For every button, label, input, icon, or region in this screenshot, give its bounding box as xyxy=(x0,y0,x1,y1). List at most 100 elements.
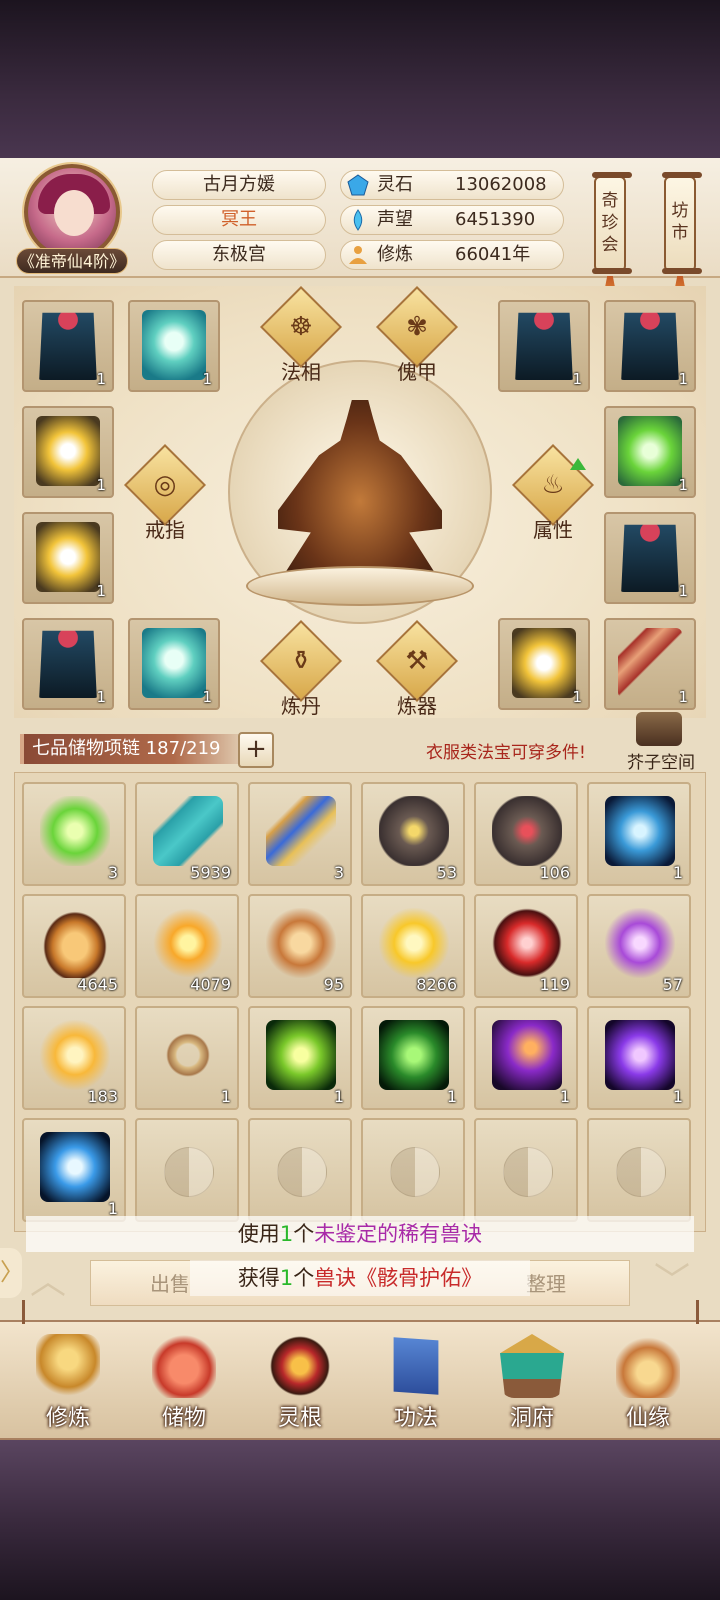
inventory-slot[interactable]: 183 xyxy=(22,1006,126,1110)
rope-decoration xyxy=(696,1300,699,1324)
equip-slot[interactable]: 1 xyxy=(128,618,220,710)
market-button[interactable]: 坊市 xyxy=(662,172,702,274)
bottom-dark-band xyxy=(0,1440,720,1600)
skill-book-icon xyxy=(393,1337,439,1395)
item-quantity: 53 xyxy=(436,863,457,882)
green-drop-item-icon xyxy=(266,1020,336,1090)
sort-button[interactable]: 整理 xyxy=(526,1268,566,1297)
skull-item-icon xyxy=(40,1132,110,1202)
treasure-fair-button[interactable]: 奇珍会 xyxy=(592,172,632,274)
purple-flame-item-icon xyxy=(605,1020,675,1090)
equip-slot[interactable]: 1 xyxy=(22,300,114,392)
item-quantity: 1 xyxy=(672,863,683,882)
inventory-slot[interactable]: 1 xyxy=(248,1006,352,1110)
inventory-slot[interactable]: 5939 xyxy=(135,782,239,886)
scroll-rod xyxy=(592,268,632,274)
sell-button[interactable]: 出售 xyxy=(150,1268,190,1297)
chevron-up-icon[interactable]: ︿ xyxy=(26,1262,70,1302)
mustard-space-button[interactable]: 芥子空间 xyxy=(622,712,700,776)
top-dark-band xyxy=(0,0,720,160)
avatar[interactable] xyxy=(24,164,120,260)
inventory-slot[interactable]: 53 xyxy=(361,782,465,886)
item-quantity: 1 xyxy=(672,1087,683,1106)
armor-icon xyxy=(142,310,206,380)
armor-icon xyxy=(618,416,682,486)
item-quantity: 106 xyxy=(539,863,570,882)
avatar-face xyxy=(54,190,94,236)
faxiang-label: 法相 xyxy=(281,360,321,384)
toast-count: 1 xyxy=(279,1222,294,1246)
puppet-icon: ✾ xyxy=(406,312,428,342)
inventory-slot[interactable]: 1 xyxy=(474,1006,578,1110)
inventory-slot[interactable]: 1 xyxy=(361,1006,465,1110)
yinyang-placeholder-icon xyxy=(277,1147,327,1197)
equip-slot[interactable]: 1 xyxy=(22,618,114,710)
inventory-slot[interactable]: 4645 xyxy=(22,894,126,998)
inventory-slot[interactable]: 3 xyxy=(22,782,126,886)
yinyang-placeholder-icon xyxy=(503,1147,553,1197)
cultivation-icon xyxy=(349,246,367,264)
rock-red-item-icon xyxy=(492,796,562,866)
purple-hand-item-icon xyxy=(492,1020,562,1090)
reputation-icon xyxy=(353,209,363,231)
inventory-slot[interactable]: 1 xyxy=(587,1006,691,1110)
expand-storage-button[interactable]: + xyxy=(238,732,274,768)
chevron-down-icon[interactable]: ﹀ xyxy=(650,1262,694,1302)
inventory-slot[interactable]: 1 xyxy=(587,782,691,886)
inventory-slot[interactable]: 8266 xyxy=(361,894,465,998)
empty-inventory-slot[interactable] xyxy=(248,1118,352,1222)
nav-label: 灵根 xyxy=(277,1406,322,1431)
nav-item-storage-bag[interactable]: 储物 xyxy=(134,1328,234,1438)
equip-slot[interactable]: 1 xyxy=(498,300,590,392)
inventory-slot[interactable]: 106 xyxy=(474,782,578,886)
inventory-slot[interactable]: 3 xyxy=(248,782,352,886)
item-quantity: 119 xyxy=(539,975,570,994)
inventory-slot[interactable]: 1 xyxy=(22,1118,126,1222)
nav-item-fate-gourd[interactable]: 仙缘 xyxy=(598,1328,698,1438)
stat-value: 66041年 xyxy=(455,244,531,265)
inventory-slot[interactable]: 4079 xyxy=(135,894,239,998)
nav-label: 洞府 xyxy=(509,1406,554,1431)
robe-icon xyxy=(621,312,679,380)
scroll-teal-item-icon xyxy=(153,796,223,866)
upgrade-arrow-icon xyxy=(570,458,586,470)
inventory-slot[interactable]: 57 xyxy=(587,894,691,998)
nav-item-spirit-root[interactable]: 灵根 xyxy=(250,1328,350,1438)
equip-slot[interactable]: 1 xyxy=(22,406,114,498)
yinyang-placeholder-icon xyxy=(616,1147,666,1197)
nav-item-skill-book[interactable]: 功法 xyxy=(366,1328,466,1438)
side-expand-tab[interactable]: 〉 xyxy=(0,1248,24,1298)
equip-slot[interactable]: 1 xyxy=(604,618,696,710)
equip-slot[interactable]: 1 xyxy=(128,300,220,392)
robe-icon xyxy=(621,524,679,592)
armor-icon xyxy=(512,628,576,698)
nav-label: 储物 xyxy=(161,1406,206,1431)
cultivate-icon xyxy=(36,1334,100,1398)
rank-badge: 《准帝仙4阶》 xyxy=(16,248,128,274)
equip-slot[interactable]: 1 xyxy=(604,300,696,392)
avatar-block[interactable]: 《准帝仙4阶》 xyxy=(16,164,128,276)
nav-item-cave-house[interactable]: 洞府 xyxy=(482,1328,582,1438)
equip-slot[interactable]: 1 xyxy=(498,618,590,710)
item-quantity: 5939 xyxy=(190,863,231,882)
empty-inventory-slot[interactable] xyxy=(474,1118,578,1222)
item-quantity: 57 xyxy=(662,975,683,994)
inventory-slot[interactable]: 1 xyxy=(135,1006,239,1110)
player-sect[interactable]: 东极宫 xyxy=(152,240,326,270)
player-title[interactable]: 冥王 xyxy=(152,205,326,235)
armor-icon xyxy=(36,522,100,592)
item-quantity: 1 xyxy=(678,582,688,600)
stat-value: 6451390 xyxy=(455,209,536,230)
item-quantity: 1 xyxy=(202,370,212,388)
nav-label: 修炼 xyxy=(45,1406,90,1431)
inventory-slot[interactable]: 119 xyxy=(474,894,578,998)
ring-icon: ◎ xyxy=(153,470,177,500)
equip-slot[interactable]: 1 xyxy=(604,512,696,604)
equip-slot[interactable]: 1 xyxy=(604,406,696,498)
empty-inventory-slot[interactable] xyxy=(135,1118,239,1222)
equip-slot[interactable]: 1 xyxy=(22,512,114,604)
nav-item-cultivate[interactable]: 修炼 xyxy=(18,1328,118,1438)
inventory-slot[interactable]: 95 xyxy=(248,894,352,998)
empty-inventory-slot[interactable] xyxy=(587,1118,691,1222)
empty-inventory-slot[interactable] xyxy=(361,1118,465,1222)
